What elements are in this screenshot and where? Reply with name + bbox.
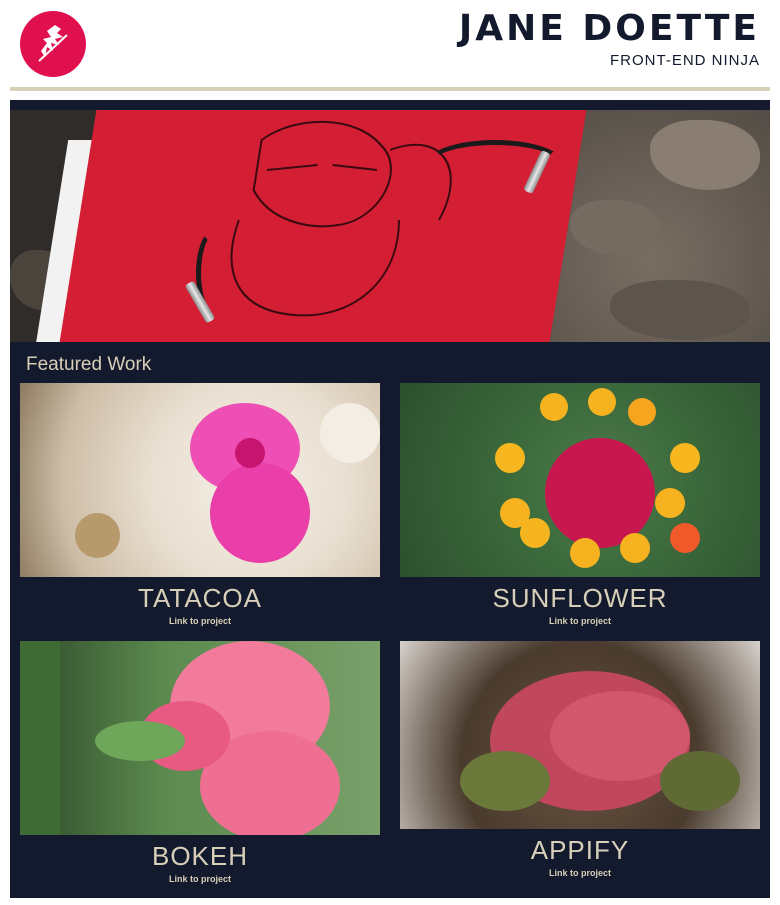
site-header: JANE DOETTE FRONT-END NINJA — [0, 0, 780, 92]
work-thumbnail[interactable] — [20, 641, 380, 835]
work-card-bokeh: BOKEH Link to project — [20, 641, 380, 884]
ninja-logo-icon[interactable] — [20, 11, 86, 77]
hero-image — [10, 110, 770, 342]
featured-work-heading: Featured Work — [26, 354, 152, 375]
ninja-figure-icon — [38, 25, 68, 62]
work-card-sunflower: SUNFLOWER Link to project — [400, 383, 760, 626]
project-link[interactable]: Link to project — [400, 868, 760, 878]
work-title: SUNFLOWER — [492, 583, 668, 613]
work-card-tatacoa: TATACOA Link to project — [20, 383, 380, 626]
project-link[interactable]: Link to project — [400, 616, 760, 626]
work-card-appify: APPIFY Link to project — [400, 641, 760, 878]
project-link[interactable]: Link to project — [20, 616, 380, 626]
work-title: BOKEH — [151, 841, 249, 871]
header-divider — [10, 87, 770, 91]
project-link[interactable]: Link to project — [20, 874, 380, 884]
main-panel: Featured Work TATACOA Link to project SU… — [10, 100, 770, 898]
work-title: TATACOA — [138, 583, 262, 613]
site-owner-name: JANE DOETTE — [458, 8, 760, 49]
work-thumbnail[interactable] — [20, 383, 380, 577]
work-thumbnail[interactable] — [400, 641, 760, 829]
work-thumbnail[interactable] — [400, 383, 760, 577]
work-title: APPIFY — [530, 835, 630, 865]
site-tagline: FRONT-END NINJA — [610, 52, 760, 69]
